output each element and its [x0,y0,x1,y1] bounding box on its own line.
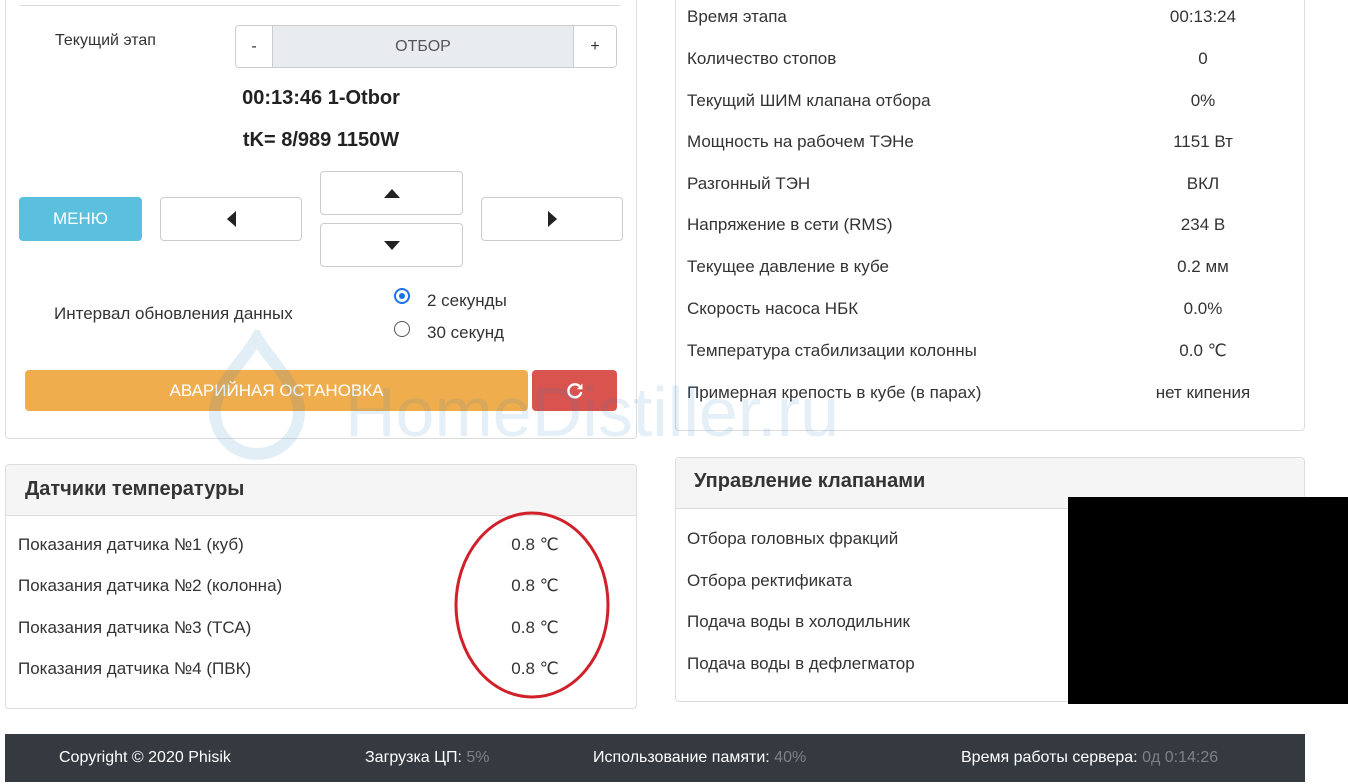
footer-uptime-label: Время работы сервера: [961,749,1138,766]
sensor-label-4: Показания датчика №4 (ПВК) [18,659,252,678]
sensor-label-3: Показания датчика №3 (ТСА) [18,618,252,637]
valve-cooler-water: Подача воды в холодильник [687,612,910,631]
redaction-box [1068,497,1348,704]
valve-head-fraction: Отбора головных фракций [687,529,899,548]
footer-cpu: Загрузка ЦП: 5% [365,749,490,767]
footer-memory-value: 40% [774,749,807,766]
nav-up-button[interactable] [320,171,463,215]
refresh-radio-30s[interactable] [394,321,410,337]
stage-minus-button[interactable]: - [236,26,273,67]
info-label-voltage: Напряжение в сети (RMS) [687,215,893,234]
highlight-ellipse [454,511,610,699]
menu-button[interactable]: МЕНЮ [19,197,142,241]
arrow-down-icon [383,240,400,250]
info-value-voltage: 234 В [1180,215,1226,234]
info-value-pump-speed: 0.0% [1183,299,1223,318]
info-label-pressure: Текущее давление в кубе [687,257,889,276]
refresh-radio-2s[interactable] [394,288,410,304]
footer: Copyright © 2020 Phisik Загрузка ЦП: 5% … [5,734,1305,782]
footer-memory-label: Использование памяти: [593,749,770,766]
refresh-option-30s-label[interactable]: 30 секунд [427,323,504,343]
valve-rectificate: Отбора ректификата [687,571,853,590]
valves-title: Управление клапанами [694,470,926,492]
footer-uptime-value: 0д 0:14:26 [1142,749,1219,766]
footer-copyright: Copyright © 2020 Phisik [59,749,231,766]
info-value-column-temp: 0.0 ℃ [1179,341,1227,360]
stage-value: ОТБОР [273,26,573,67]
sensors-title: Датчики температуры [25,478,245,500]
info-label-stops: Количество стопов [687,49,837,68]
stage-plus-button[interactable]: + [573,26,616,67]
stage-selector: - ОТБОР + [235,25,617,68]
nav-left-button[interactable] [160,197,302,241]
status-line-time: 00:13:46 1-Otbor [242,87,400,109]
footer-memory: Использование памяти: 40% [593,749,806,767]
info-value-pressure: 0.2 мм [1177,257,1229,276]
control-panel-header-line [20,0,620,6]
refresh-option-2s-label[interactable]: 2 секунды [427,291,507,311]
status-line-temp: tK= 8/989 1150W [242,129,400,151]
info-label-pwm: Текущий ШИМ клапана отбора [687,91,931,110]
info-label-heater-power: Мощность на рабочем ТЭНе [687,132,914,151]
info-label-boost-heater: Разгонный ТЭН [687,174,811,193]
info-label-stage-time: Время этапа [687,7,787,26]
footer-cpu-value: 5% [466,749,490,766]
info-value-pwm: 0% [1190,91,1216,110]
footer-uptime: Время работы сервера: 0д 0:14:26 [961,749,1218,767]
info-value-heater-power: 1151 Вт [1173,132,1233,151]
watermark-drop-logo [208,330,306,460]
footer-cpu-label: Загрузка ЦП: [365,749,462,766]
info-value-boost-heater: ВКЛ [1186,174,1220,193]
arrow-up-icon [383,188,400,198]
nav-right-button[interactable] [481,197,623,241]
sensor-label-2: Показания датчика №2 (колонна) [18,576,283,595]
info-value-strength: нет кипения [1155,383,1251,402]
stage-label: Текущий этап [55,32,156,49]
arrow-right-icon [547,211,557,227]
info-label-pump-speed: Скорость насоса НБК [687,299,859,318]
info-value-stage-time: 00:13:24 [1169,7,1237,26]
nav-down-button[interactable] [320,223,463,267]
refresh-interval-label: Интервал обновления данных [54,304,293,323]
arrow-left-icon [226,211,236,227]
watermark-text: HomeDistiller.ru [345,373,839,451]
info-value-stops: 0 [1198,49,1208,68]
info-label-column-temp: Температура стабилизации колонны [687,341,977,360]
sensor-label-1: Показания датчика №1 (куб) [18,535,244,554]
valve-dephlegmator-water: Подача воды в дефлегматор [687,654,915,673]
